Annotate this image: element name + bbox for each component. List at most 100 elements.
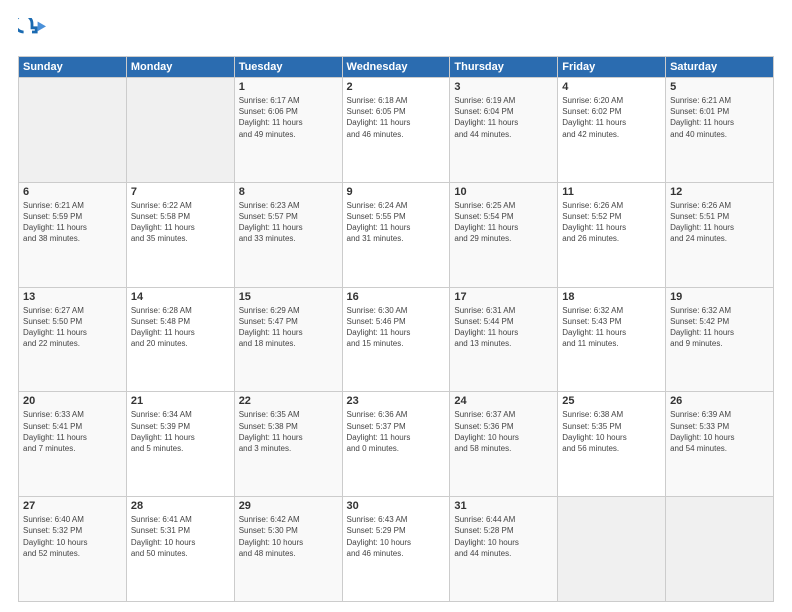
day-detail: Sunrise: 6:20 AM Sunset: 6:02 PM Dayligh… (562, 95, 661, 140)
day-number: 27 (23, 500, 122, 512)
calendar-cell: 24 Sunrise: 6:37 AM Sunset: 5:36 PM Dayli… (450, 392, 558, 497)
day-number: 26 (670, 395, 769, 407)
day-number: 18 (562, 291, 661, 303)
day-number: 10 (454, 186, 553, 198)
day-detail: Sunrise: 6:40 AM Sunset: 5:32 PM Dayligh… (23, 514, 122, 559)
day-detail: Sunrise: 6:27 AM Sunset: 5:50 PM Dayligh… (23, 305, 122, 350)
day-detail: Sunrise: 6:17 AM Sunset: 6:06 PM Dayligh… (239, 95, 338, 140)
day-number: 5 (670, 81, 769, 93)
calendar-cell: 5Sunrise: 6:21 AM Sunset: 6:01 PM Daylig… (666, 78, 774, 183)
day-number: 17 (454, 291, 553, 303)
calendar-cell: 28 Sunrise: 6:41 AM Sunset: 5:31 PM Dayli… (126, 497, 234, 602)
day-number: 29 (239, 500, 338, 512)
day-number: 3 (454, 81, 553, 93)
day-number: 14 (131, 291, 230, 303)
column-header-friday: Friday (558, 57, 666, 78)
day-detail: Sunrise: 6:43 AM Sunset: 5:29 PM Dayligh… (347, 514, 446, 559)
calendar-cell: 17 Sunrise: 6:31 AM Sunset: 5:44 PM Dayli… (450, 287, 558, 392)
calendar-cell: 6Sunrise: 6:21 AM Sunset: 5:59 PM Daylig… (19, 182, 127, 287)
calendar-cell: 23 Sunrise: 6:36 AM Sunset: 5:37 PM Dayli… (342, 392, 450, 497)
calendar-cell: 18 Sunrise: 6:32 AM Sunset: 5:43 PM Dayli… (558, 287, 666, 392)
day-number: 4 (562, 81, 661, 93)
day-detail: Sunrise: 6:41 AM Sunset: 5:31 PM Dayligh… (131, 514, 230, 559)
day-number: 15 (239, 291, 338, 303)
calendar-cell: 25 Sunrise: 6:38 AM Sunset: 5:35 PM Dayli… (558, 392, 666, 497)
calendar-cell: 21 Sunrise: 6:34 AM Sunset: 5:39 PM Dayli… (126, 392, 234, 497)
day-detail: Sunrise: 6:26 AM Sunset: 5:52 PM Dayligh… (562, 200, 661, 245)
calendar-header-row: SundayMondayTuesdayWednesdayThursdayFrid… (19, 57, 774, 78)
calendar-week-4: 27 Sunrise: 6:40 AM Sunset: 5:32 PM Dayli… (19, 497, 774, 602)
day-detail: Sunrise: 6:24 AM Sunset: 5:55 PM Dayligh… (347, 200, 446, 245)
day-detail: Sunrise: 6:37 AM Sunset: 5:36 PM Dayligh… (454, 409, 553, 454)
day-detail: Sunrise: 6:38 AM Sunset: 5:35 PM Dayligh… (562, 409, 661, 454)
day-detail: Sunrise: 6:31 AM Sunset: 5:44 PM Dayligh… (454, 305, 553, 350)
column-header-thursday: Thursday (450, 57, 558, 78)
day-detail: Sunrise: 6:32 AM Sunset: 5:43 PM Dayligh… (562, 305, 661, 350)
calendar-week-0: 1Sunrise: 6:17 AM Sunset: 6:06 PM Daylig… (19, 78, 774, 183)
day-number: 7 (131, 186, 230, 198)
day-detail: Sunrise: 6:28 AM Sunset: 5:48 PM Dayligh… (131, 305, 230, 350)
calendar-cell (666, 497, 774, 602)
day-number: 13 (23, 291, 122, 303)
calendar-cell: 26Sunrise: 6:39 AM Sunset: 5:33 PM Dayli… (666, 392, 774, 497)
general-blue-icon (18, 18, 46, 46)
calendar-cell: 27 Sunrise: 6:40 AM Sunset: 5:32 PM Dayli… (19, 497, 127, 602)
day-number: 25 (562, 395, 661, 407)
day-detail: Sunrise: 6:33 AM Sunset: 5:41 PM Dayligh… (23, 409, 122, 454)
day-detail: Sunrise: 6:36 AM Sunset: 5:37 PM Dayligh… (347, 409, 446, 454)
day-number: 30 (347, 500, 446, 512)
column-header-saturday: Saturday (666, 57, 774, 78)
column-header-tuesday: Tuesday (234, 57, 342, 78)
calendar-table: SundayMondayTuesdayWednesdayThursdayFrid… (18, 56, 774, 602)
calendar-cell: 19 Sunrise: 6:32 AM Sunset: 5:42 PM Dayli… (666, 287, 774, 392)
day-number: 24 (454, 395, 553, 407)
calendar-week-3: 20 Sunrise: 6:33 AM Sunset: 5:41 PM Dayli… (19, 392, 774, 497)
day-number: 6 (23, 186, 122, 198)
day-detail: Sunrise: 6:42 AM Sunset: 5:30 PM Dayligh… (239, 514, 338, 559)
day-detail: Sunrise: 6:35 AM Sunset: 5:38 PM Dayligh… (239, 409, 338, 454)
day-number: 21 (131, 395, 230, 407)
column-header-monday: Monday (126, 57, 234, 78)
column-header-sunday: Sunday (19, 57, 127, 78)
calendar-cell: 12 Sunrise: 6:26 AM Sunset: 5:51 PM Dayli… (666, 182, 774, 287)
calendar-cell: 16Sunrise: 6:30 AM Sunset: 5:46 PM Dayli… (342, 287, 450, 392)
calendar-cell: 9 Sunrise: 6:24 AM Sunset: 5:55 PM Daylig… (342, 182, 450, 287)
calendar-cell: 30 Sunrise: 6:43 AM Sunset: 5:29 PM Dayli… (342, 497, 450, 602)
day-detail: Sunrise: 6:19 AM Sunset: 6:04 PM Dayligh… (454, 95, 553, 140)
header (18, 18, 774, 46)
day-detail: Sunrise: 6:23 AM Sunset: 5:57 PM Dayligh… (239, 200, 338, 245)
calendar-week-2: 13 Sunrise: 6:27 AM Sunset: 5:50 PM Dayli… (19, 287, 774, 392)
page: SundayMondayTuesdayWednesdayThursdayFrid… (0, 0, 792, 612)
day-number: 19 (670, 291, 769, 303)
day-number: 12 (670, 186, 769, 198)
day-number: 2 (347, 81, 446, 93)
day-number: 8 (239, 186, 338, 198)
logo (18, 18, 48, 46)
day-detail: Sunrise: 6:34 AM Sunset: 5:39 PM Dayligh… (131, 409, 230, 454)
day-number: 23 (347, 395, 446, 407)
day-detail: Sunrise: 6:44 AM Sunset: 5:28 PM Dayligh… (454, 514, 553, 559)
calendar-cell: 2 Sunrise: 6:18 AM Sunset: 6:05 PM Daylig… (342, 78, 450, 183)
calendar-cell: 7 Sunrise: 6:22 AM Sunset: 5:58 PM Daylig… (126, 182, 234, 287)
day-detail: Sunrise: 6:32 AM Sunset: 5:42 PM Dayligh… (670, 305, 769, 350)
calendar-cell: 29 Sunrise: 6:42 AM Sunset: 5:30 PM Dayli… (234, 497, 342, 602)
day-detail: Sunrise: 6:22 AM Sunset: 5:58 PM Dayligh… (131, 200, 230, 245)
day-number: 20 (23, 395, 122, 407)
calendar-cell: 20 Sunrise: 6:33 AM Sunset: 5:41 PM Dayli… (19, 392, 127, 497)
day-number: 28 (131, 500, 230, 512)
calendar-cell: 13 Sunrise: 6:27 AM Sunset: 5:50 PM Dayli… (19, 287, 127, 392)
day-detail: Sunrise: 6:30 AM Sunset: 5:46 PM Dayligh… (347, 305, 446, 350)
calendar-cell (126, 78, 234, 183)
calendar-cell (558, 497, 666, 602)
calendar-cell: 1Sunrise: 6:17 AM Sunset: 6:06 PM Daylig… (234, 78, 342, 183)
day-detail: Sunrise: 6:29 AM Sunset: 5:47 PM Dayligh… (239, 305, 338, 350)
calendar-cell: 22Sunrise: 6:35 AM Sunset: 5:38 PM Dayli… (234, 392, 342, 497)
calendar-week-1: 6Sunrise: 6:21 AM Sunset: 5:59 PM Daylig… (19, 182, 774, 287)
day-detail: Sunrise: 6:26 AM Sunset: 5:51 PM Dayligh… (670, 200, 769, 245)
day-number: 9 (347, 186, 446, 198)
calendar-cell: 10 Sunrise: 6:25 AM Sunset: 5:54 PM Dayli… (450, 182, 558, 287)
day-detail: Sunrise: 6:18 AM Sunset: 6:05 PM Dayligh… (347, 95, 446, 140)
calendar-cell: 4 Sunrise: 6:20 AM Sunset: 6:02 PM Daylig… (558, 78, 666, 183)
day-number: 31 (454, 500, 553, 512)
day-detail: Sunrise: 6:25 AM Sunset: 5:54 PM Dayligh… (454, 200, 553, 245)
